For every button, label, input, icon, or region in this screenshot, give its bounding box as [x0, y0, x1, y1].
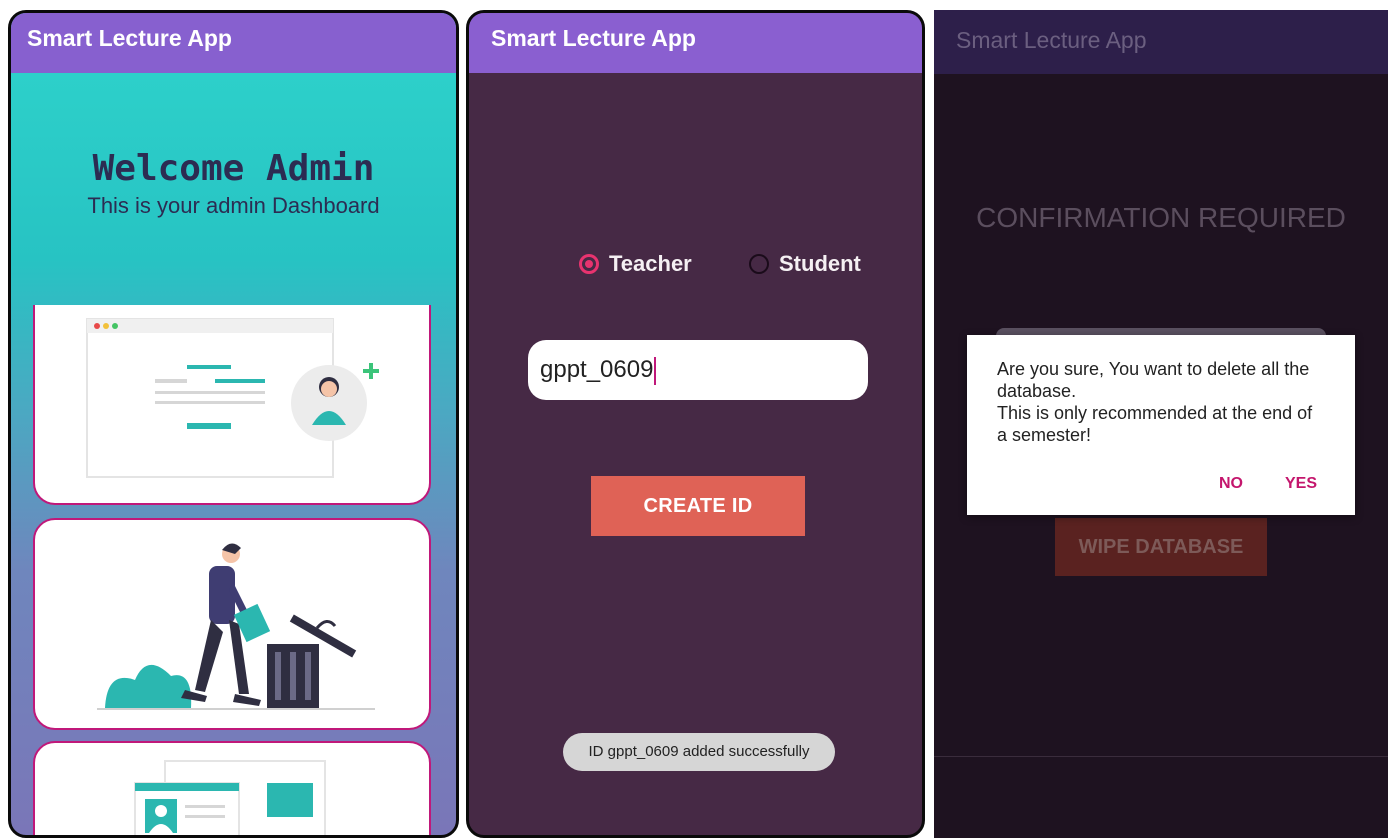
admin-dashboard-screen: Smart Lecture App Welcome Admin This is … — [8, 10, 459, 838]
wipe-database-button[interactable]: WIPE DATABASE — [1055, 518, 1267, 576]
app-bar: Smart Lecture App — [11, 13, 456, 73]
welcome-heading: Welcome Admin — [92, 148, 375, 189]
dialog-actions: NO YES — [1219, 475, 1317, 493]
no-button[interactable]: NO — [1219, 475, 1243, 493]
app-bar: Smart Lecture App — [469, 13, 922, 73]
radio-selected-icon — [579, 254, 599, 274]
add-user-card[interactable] — [33, 305, 431, 505]
confirm-dialog: Are you sure, You want to delete all the… — [967, 335, 1355, 515]
yes-button[interactable]: YES — [1285, 475, 1317, 493]
nav-divider — [934, 756, 1388, 757]
app-title: Smart Lecture App — [27, 25, 232, 51]
success-toast: ID gppt_0609 added successfully — [563, 733, 835, 771]
dialog-message-line1: Are you sure, You want to delete all the… — [997, 359, 1310, 401]
wipe-database-screen: Smart Lecture App CONFIRMATION REQUIRED … — [934, 10, 1388, 838]
create-id-screen: Smart Lecture App Teacher Student gppt_0… — [466, 10, 925, 838]
id-input-value: gppt_0609 — [540, 356, 654, 383]
student-radio[interactable]: Student — [749, 251, 861, 277]
confirmation-heading: CONFIRMATION REQUIRED — [976, 202, 1346, 233]
teacher-radio-label: Teacher — [609, 251, 692, 276]
create-id-button[interactable]: CREATE ID — [591, 476, 805, 536]
text-caret — [654, 356, 657, 385]
app-title: Smart Lecture App — [956, 27, 1147, 53]
delete-database-card[interactable] — [33, 518, 431, 730]
dashboard-subtitle: This is your admin Dashboard — [87, 193, 380, 218]
student-list-card[interactable] — [33, 741, 431, 835]
add-user-illustration — [86, 318, 379, 478]
profile-illustration — [134, 760, 326, 835]
student-radio-label: Student — [779, 251, 861, 276]
trash-illustration — [97, 543, 375, 710]
dialog-message: Are you sure, You want to delete all the… — [997, 358, 1325, 446]
app-bar: Smart Lecture App — [934, 10, 1388, 74]
teacher-radio[interactable]: Teacher — [579, 251, 692, 277]
id-input[interactable]: gppt_0609 — [528, 340, 868, 400]
dialog-message-line2: This is only recommended at the end of a… — [997, 403, 1313, 445]
radio-unselected-icon — [749, 254, 769, 274]
app-title: Smart Lecture App — [491, 25, 696, 51]
